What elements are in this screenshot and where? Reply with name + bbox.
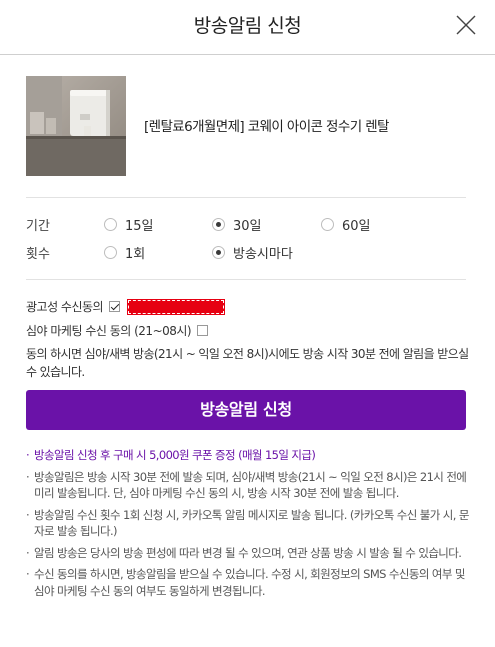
radio-selected-icon xyxy=(212,218,225,231)
notice-item: 방송알림은 방송 시작 30분 전에 발송 되며, 심야/새벽 방송(21시 ~… xyxy=(26,469,472,502)
ad-consent-checkbox[interactable] xyxy=(109,301,121,312)
period-label: 기간 xyxy=(26,219,50,234)
count-option-label: 방송시마다 xyxy=(233,247,293,262)
period-option-15[interactable]: 15일 xyxy=(104,215,154,234)
radio-selected-icon xyxy=(212,246,225,259)
notice-item: 방송알림 수신 횟수 1회 신청 시, 카카오톡 알림 메시지로 발송 됩니다.… xyxy=(26,507,472,540)
notice-item: 알림 방송은 당사의 방송 편성에 따라 변경 될 수 있으며, 연관 상품 방… xyxy=(26,545,472,562)
period-option-label: 30일 xyxy=(233,219,262,234)
period-option-30[interactable]: 30일 xyxy=(212,215,262,234)
close-icon xyxy=(456,15,476,35)
radio-icon xyxy=(104,246,117,259)
night-consent-label: 심야 마케팅 수신 동의 (21~08시) xyxy=(26,324,192,338)
ad-consent-label: 광고성 수신동의 xyxy=(26,300,104,314)
radio-icon xyxy=(321,218,334,231)
period-option-60[interactable]: 60일 xyxy=(321,215,371,234)
notice-item-coupon: 방송알림 신청 후 구매 시 5,000원 쿠폰 증정 (매월 15일 지급) xyxy=(26,447,472,464)
night-consent-checkbox[interactable] xyxy=(197,325,209,336)
ad-consent-row: 광고성 수신동의 xyxy=(26,298,226,315)
close-button[interactable] xyxy=(455,14,477,36)
product-image xyxy=(26,76,126,176)
period-option-label: 15일 xyxy=(125,219,154,234)
submit-button[interactable]: 방송알림 신청 xyxy=(26,390,466,430)
modal-header: 방송알림 신청 xyxy=(0,0,495,55)
consent-description: 동의 하시면 심야/새벽 방송(21시 ~ 익일 오전 8시)시에도 방송 시작… xyxy=(26,347,469,379)
divider xyxy=(26,197,466,198)
count-option-once[interactable]: 1회 xyxy=(104,243,145,262)
product-name: [렌탈료6개월면제] 코웨이 아이콘 정수기 렌탈 xyxy=(144,119,389,135)
notice-list: 방송알림 신청 후 구매 시 5,000원 쿠폰 증정 (매월 15일 지급) … xyxy=(26,447,472,604)
modal-title: 방송알림 신청 xyxy=(193,15,302,37)
count-option-every[interactable]: 방송시마다 xyxy=(212,243,293,262)
redacted-link xyxy=(127,298,226,315)
notice-item: 수신 동의를 하시면, 방송알림을 받으실 수 있습니다. 수정 시, 회원정보… xyxy=(26,566,472,599)
count-label: 횟수 xyxy=(26,247,50,262)
night-consent-row: 심야 마케팅 수신 동의 (21~08시) xyxy=(26,322,209,339)
radio-icon xyxy=(104,218,117,231)
divider xyxy=(26,279,466,280)
period-option-label: 60일 xyxy=(342,219,371,234)
count-option-label: 1회 xyxy=(125,247,146,262)
